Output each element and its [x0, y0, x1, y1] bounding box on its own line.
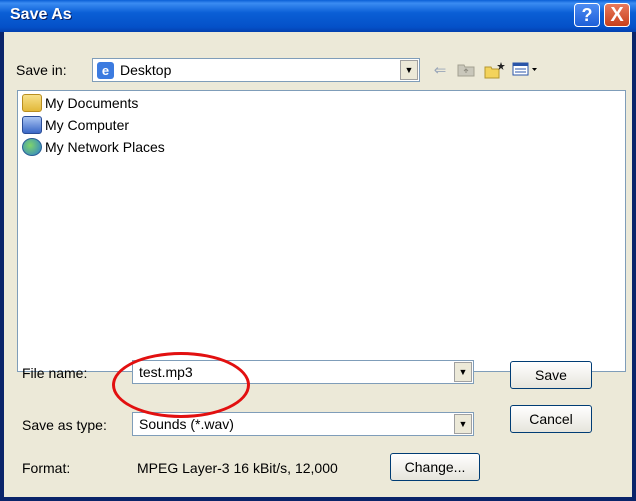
chevron-down-icon[interactable]: ▼: [454, 414, 472, 434]
my-computer-icon: [22, 116, 42, 134]
highlight-circle: [112, 352, 250, 418]
cancel-button[interactable]: Cancel: [510, 405, 592, 433]
save-button[interactable]: Save: [510, 361, 592, 389]
list-item[interactable]: My Network Places: [22, 137, 165, 157]
title-bar[interactable]: Save As ? X: [0, 0, 636, 32]
my-network-places-icon: [22, 138, 42, 156]
dialog-body: Save in: e Desktop ▼ ⇐ My Documents My C…: [4, 32, 632, 497]
file-item-label: My Computer: [45, 117, 130, 133]
list-item[interactable]: My Documents: [22, 93, 138, 113]
desktop-icon: e: [97, 62, 114, 79]
chevron-down-icon[interactable]: ▼: [454, 362, 472, 382]
back-arrow-icon[interactable]: ⇐: [430, 61, 450, 81]
help-icon: ?: [581, 5, 593, 25]
close-button[interactable]: X: [604, 3, 630, 27]
new-folder-icon[interactable]: [484, 61, 505, 81]
file-item-label: My Network Places: [45, 139, 165, 155]
save-as-dialog: Save As ? X Save in: e Desktop ▼ ⇐ My Do…: [0, 0, 636, 501]
views-menu-icon[interactable]: [512, 61, 540, 81]
close-icon: X: [610, 4, 624, 26]
save-in-dropdown[interactable]: e Desktop ▼: [92, 58, 420, 82]
chevron-down-icon[interactable]: ▼: [400, 60, 418, 80]
help-button[interactable]: ?: [574, 3, 600, 27]
file-name-label: File name:: [22, 365, 88, 381]
format-value: MPEG Layer-3 16 kBit/s, 12,000: [137, 460, 338, 476]
save-in-label: Save in:: [16, 62, 67, 78]
my-documents-icon: [22, 94, 42, 112]
up-folder-icon[interactable]: [456, 61, 476, 81]
save-in-value: Desktop: [120, 62, 172, 78]
format-label: Format:: [22, 460, 71, 476]
change-button[interactable]: Change...: [390, 453, 480, 481]
save-as-type-value: Sounds (*.wav): [139, 416, 234, 432]
file-list[interactable]: My Documents My Computer My Network Plac…: [17, 90, 626, 372]
dialog-title: Save As: [10, 6, 72, 23]
file-item-label: My Documents: [45, 95, 139, 111]
list-item[interactable]: My Computer: [22, 115, 129, 135]
save-as-type-label: Save as type:: [22, 417, 107, 433]
